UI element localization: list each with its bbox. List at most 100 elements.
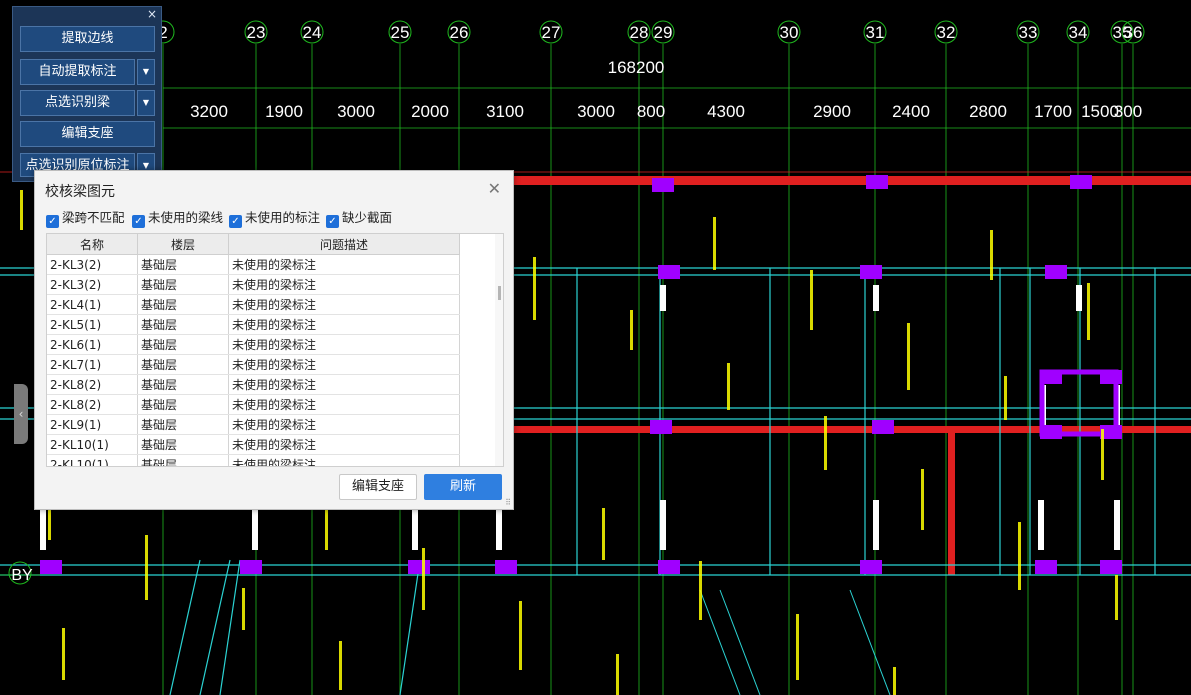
auto-extract-annotation-button[interactable]: 自动提取标注	[20, 59, 135, 85]
cell-floor: 基础层	[137, 394, 229, 415]
cell-floor: 基础层	[137, 254, 229, 275]
filter-unused-annotation-checkbox[interactable]: ✓ 未使用的标注	[229, 210, 320, 228]
span-dimension: 4300	[707, 102, 745, 121]
edit-support-button[interactable]: 编辑支座	[339, 474, 417, 500]
span-dimension: 1700	[1034, 102, 1072, 121]
axis-label: 36	[1124, 23, 1143, 42]
click-identify-beam-dropdown-icon[interactable]: ▼	[137, 90, 155, 116]
dialog-close-icon[interactable]: ✕	[488, 179, 501, 198]
annotation-text	[1004, 376, 1007, 420]
cell-floor: 基础层	[137, 294, 229, 315]
table-row[interactable]: 2-KL10(1) 基础层 未使用的梁标注	[47, 434, 460, 455]
column-gap	[1038, 500, 1044, 550]
resize-grip-icon[interactable]: ⠿	[505, 498, 511, 507]
edit-support-panel-button[interactable]: 编辑支座	[20, 121, 155, 147]
column	[860, 560, 882, 574]
column	[658, 560, 680, 574]
checkbox-checked-icon: ✓	[46, 215, 59, 228]
issue-table[interactable]: 名称 楼层 问题描述 2-KL3(2) 基础层 未使用的梁标注 2-KL3(2) 基础层…	[46, 233, 504, 467]
cell-name: 2-KL6(1)	[47, 334, 138, 355]
annotation-text	[907, 323, 910, 390]
span-dimension: 3200	[190, 102, 228, 121]
cell-description: 未使用的梁标注	[228, 414, 460, 435]
annotation-text	[62, 628, 65, 680]
cell-description: 未使用的梁标注	[228, 354, 460, 375]
click-identify-beam-button[interactable]: 点选识别梁	[20, 90, 135, 116]
table-row[interactable]: 2-KL8(2) 基础层 未使用的梁标注	[47, 374, 460, 395]
table-row[interactable]: 2-KL3(2) 基础层 未使用的梁标注	[47, 274, 460, 295]
column-header-name[interactable]: 名称	[47, 234, 138, 255]
column-gap	[1076, 285, 1082, 311]
cell-name: 2-KL5(1)	[47, 314, 138, 335]
column	[240, 560, 262, 574]
axis-label: 26	[450, 23, 469, 42]
column-gap	[1114, 500, 1120, 550]
annotation-text	[339, 641, 342, 690]
scrollbar-thumb[interactable]	[498, 286, 501, 300]
cell-name: 2-KL3(2)	[47, 254, 138, 275]
axis-label: 25	[391, 23, 410, 42]
cell-description: 未使用的梁标注	[228, 274, 460, 295]
total-dimension: 168200	[608, 58, 665, 77]
table-row[interactable]: 2-KL4(1) 基础层 未使用的梁标注	[47, 294, 460, 315]
axis-label: 32	[937, 23, 956, 42]
table-row[interactable]: 2-KL5(1) 基础层 未使用的梁标注	[47, 314, 460, 335]
cell-floor: 基础层	[137, 354, 229, 375]
table-row[interactable]: 2-KL6(1) 基础层 未使用的梁标注	[47, 334, 460, 355]
annotation-text	[810, 270, 813, 330]
column	[408, 560, 430, 574]
span-dimension: 3100	[486, 102, 524, 121]
annotation-text	[422, 548, 425, 610]
column-gap	[252, 510, 258, 550]
axis-label: 30	[780, 23, 799, 42]
side-collapse-handle[interactable]: ‹	[14, 384, 28, 444]
annotation-text	[602, 508, 605, 560]
annotation-text	[1087, 283, 1090, 340]
column-header-description[interactable]: 问题描述	[228, 234, 460, 255]
cell-name: 2-KL8(2)	[47, 374, 138, 395]
span-dimension: 300	[1114, 102, 1142, 121]
annotation-text	[990, 230, 993, 280]
span-dimension: 800	[637, 102, 665, 121]
annotation-text	[616, 654, 619, 695]
table-scrollbar[interactable]	[495, 234, 503, 466]
column	[872, 420, 894, 434]
column-gap	[660, 285, 666, 311]
filter-span-mismatch-checkbox[interactable]: ✓ 梁跨不匹配	[46, 210, 125, 228]
cell-name: 2-KL4(1)	[47, 294, 138, 315]
cell-name: 2-KL9(1)	[47, 414, 138, 435]
table-row[interactable]: 2-KL3(2) 基础层 未使用的梁标注	[47, 254, 460, 275]
filter-unused-beam-line-checkbox[interactable]: ✓ 未使用的梁线	[132, 210, 223, 228]
cell-description: 未使用的梁标注	[228, 394, 460, 415]
annotation-text	[519, 601, 522, 670]
checkbox-checked-icon: ✓	[326, 215, 339, 228]
table-row[interactable]: 2-KL7(1) 基础层 未使用的梁标注	[47, 354, 460, 375]
column	[1070, 175, 1092, 189]
auto-extract-dropdown-icon[interactable]: ▼	[137, 59, 155, 85]
column	[652, 178, 674, 192]
cell-description: 未使用的梁标注	[228, 374, 460, 395]
filter-missing-section-checkbox[interactable]: ✓ 缺少截面	[326, 210, 392, 228]
cell-floor: 基础层	[137, 374, 229, 395]
cell-name: 2-KL3(2)	[47, 274, 138, 295]
column-header-floor[interactable]: 楼层	[137, 234, 229, 255]
table-row[interactable]: 2-KL9(1) 基础层 未使用的梁标注	[47, 414, 460, 435]
span-dimension: 2000	[411, 102, 449, 121]
cell-description: 未使用的梁标注	[228, 334, 460, 355]
cell-name: 2-KL7(1)	[47, 354, 138, 375]
refresh-button[interactable]: 刷新	[424, 474, 502, 500]
tool-panel-close-icon[interactable]: ×	[147, 7, 157, 21]
column-gap	[873, 285, 879, 311]
annotation-text	[145, 535, 148, 600]
cell-description: 未使用的梁标注	[228, 434, 460, 455]
span-dimension: 1900	[265, 102, 303, 121]
table-row[interactable]: 2-KL8(2) 基础层 未使用的梁标注	[47, 394, 460, 415]
table-row[interactable]: 2-KL10(1) 基础层 未使用的梁标注	[47, 454, 460, 466]
annotation-text	[727, 363, 730, 410]
column-gap	[660, 500, 666, 550]
checkbox-checked-icon: ✓	[132, 215, 145, 228]
axis-label: 31	[866, 23, 885, 42]
axis-label: 27	[542, 23, 561, 42]
extract-edge-button[interactable]: 提取边线	[20, 26, 155, 52]
span-dimension: 2900	[813, 102, 851, 121]
